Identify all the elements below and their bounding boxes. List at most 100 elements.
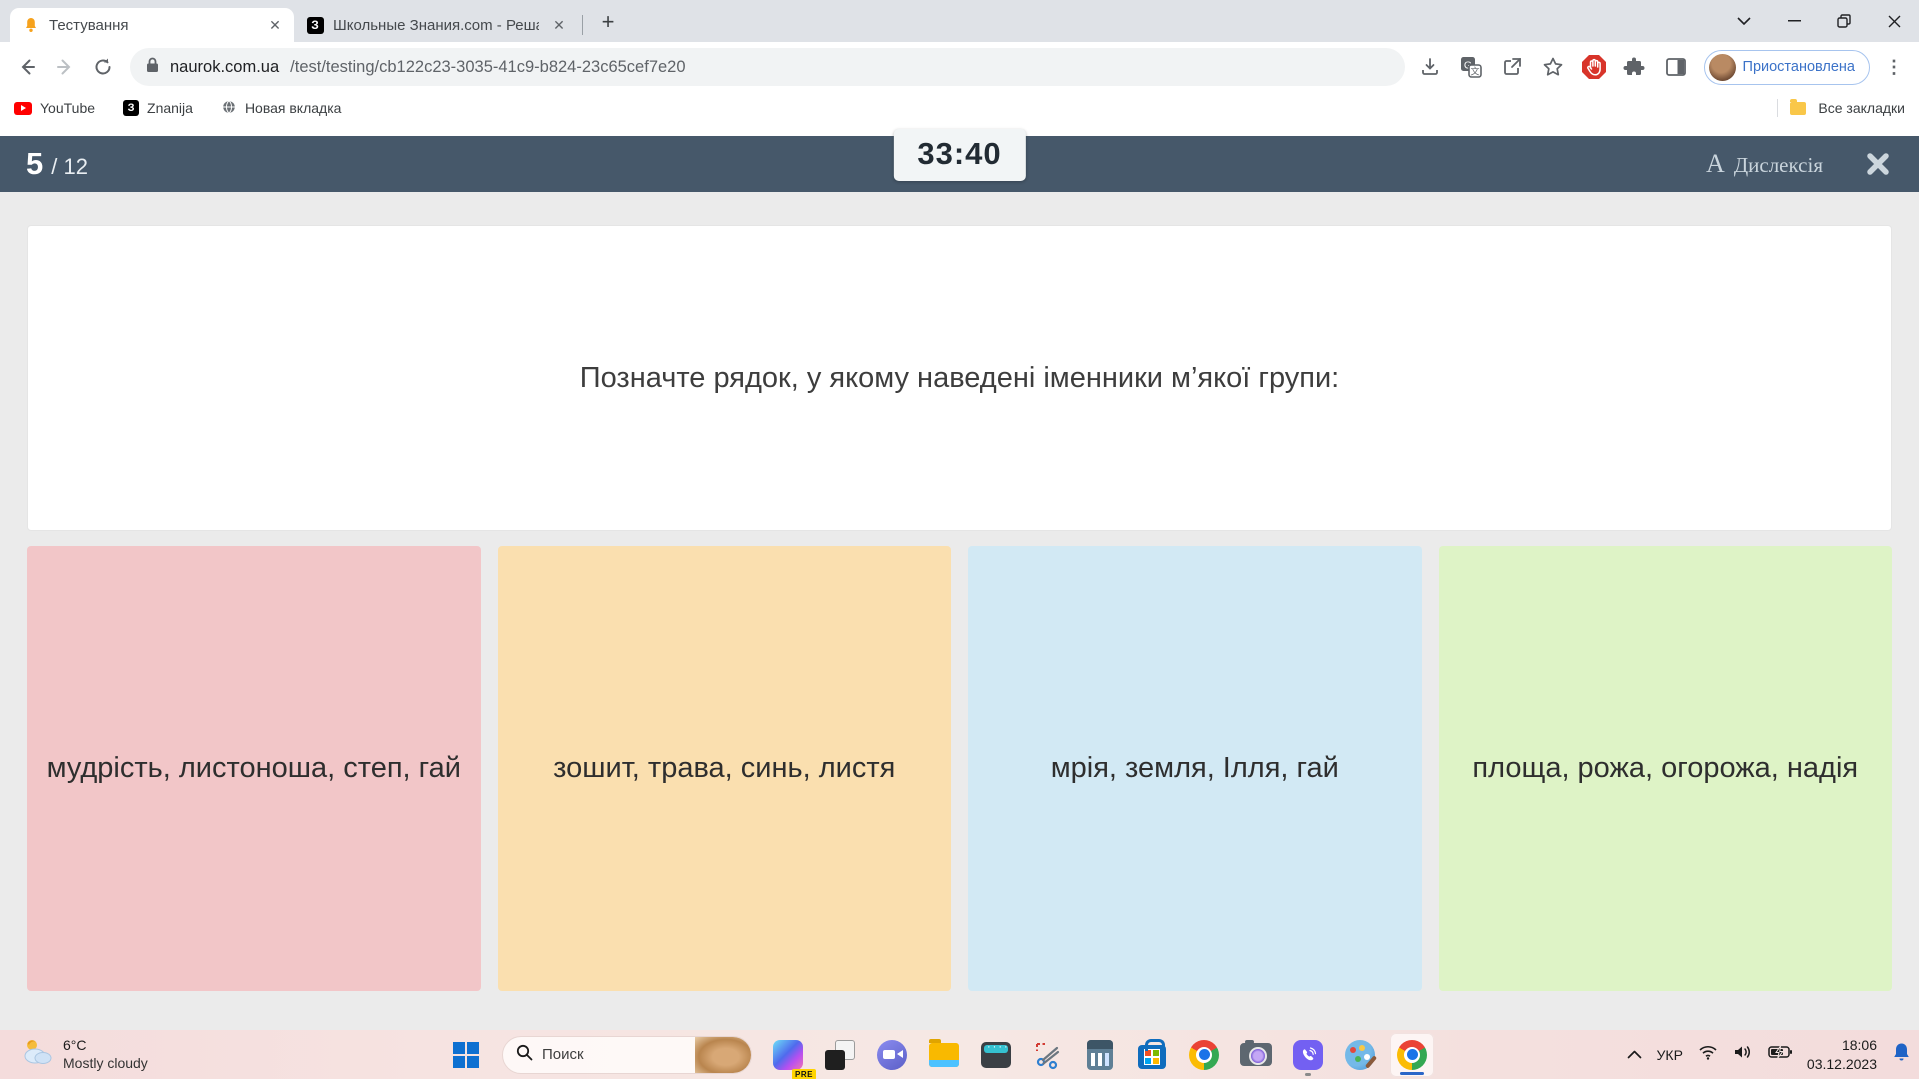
windows-start-icon[interactable]	[444, 1033, 488, 1077]
weather-temp: 6°C	[63, 1037, 87, 1053]
all-bookmarks-label: Все закладки	[1818, 100, 1905, 116]
task-view-icon[interactable]	[818, 1033, 862, 1077]
kebab-menu-icon[interactable]: ⋮	[1877, 50, 1911, 84]
browser-toolbar: naurok.com.ua/test/testing/cb122c23-3035…	[0, 42, 1919, 92]
search-placeholder: Поиск	[542, 1046, 584, 1063]
notification-bell-icon[interactable]	[1892, 1042, 1911, 1067]
store-icon[interactable]	[1130, 1033, 1174, 1077]
chrome-icon[interactable]	[1182, 1033, 1226, 1077]
progress-total: / 12	[51, 154, 88, 179]
translate-icon[interactable]: G文	[1454, 50, 1488, 84]
lock-icon	[146, 57, 159, 78]
all-bookmarks[interactable]: Все закладки	[1777, 98, 1905, 117]
snipping-tool-icon[interactable]	[1026, 1033, 1070, 1077]
adblock-icon[interactable]	[1577, 50, 1611, 84]
reload-icon[interactable]	[84, 48, 122, 86]
bookmark-label: Новая вкладка	[244, 100, 342, 116]
bookmarks-bar: YouTube З Znanija Новая вкладка Все закл…	[0, 92, 1919, 124]
tab-title: Тестування	[49, 16, 129, 34]
profile-button[interactable]: Приостановлена	[1703, 49, 1870, 85]
screen: Тестування ✕ З Школьные Знания.com - Реш…	[0, 0, 1919, 1079]
close-icon[interactable]	[1869, 0, 1919, 42]
question-text: Позначте рядок, у якому наведені іменник…	[579, 361, 1340, 394]
restore-icon[interactable]	[1819, 0, 1869, 42]
taskbar-center: Поиск PRE	[444, 1030, 1434, 1079]
minimize-icon[interactable]	[1769, 0, 1819, 42]
url-domain: naurok.com.ua	[170, 57, 280, 76]
avatar	[1708, 53, 1736, 81]
calculator-icon[interactable]	[1078, 1033, 1122, 1077]
weather-desc: Mostly cloudy	[63, 1054, 148, 1071]
search-highlight-image	[695, 1036, 751, 1073]
folder-icon	[1790, 98, 1807, 115]
youtube-icon	[14, 101, 32, 115]
paint-icon[interactable]	[1338, 1033, 1382, 1077]
url-bar[interactable]: naurok.com.ua/test/testing/cb122c23-3035…	[130, 48, 1405, 86]
tray-date: 03.12.2023	[1806, 1055, 1877, 1072]
answer-option-3[interactable]: мрія, земля, Ілля, гай	[968, 546, 1422, 991]
wifi-icon[interactable]	[1698, 1044, 1718, 1065]
star-icon[interactable]	[1536, 50, 1570, 84]
answer-options: мудрість, листоноша, степ, гай зошит, тр…	[27, 546, 1892, 991]
weather-icon	[20, 1037, 54, 1072]
copilot-icon[interactable]: PRE	[766, 1033, 816, 1079]
profile-status: Приостановлена	[1742, 59, 1855, 75]
camera-icon[interactable]	[1234, 1033, 1278, 1077]
bookmark-new-tab[interactable]: Новая вкладка	[221, 99, 342, 118]
toolbar-actions: G文 Приостановлена ⋮	[1413, 49, 1911, 85]
bell-icon	[22, 16, 40, 34]
install-download-icon[interactable]	[1413, 50, 1447, 84]
tab-close-icon[interactable]: ✕	[548, 14, 570, 36]
tab-title: Школьные Знания.com - Реша	[333, 16, 539, 34]
puzzle-extensions-icon[interactable]	[1618, 50, 1652, 84]
tab-strip: Тестування ✕ З Школьные Знания.com - Реш…	[0, 0, 1919, 42]
question-progress: 5 / 12	[26, 146, 88, 182]
bookmark-znanija[interactable]: З Znanija	[123, 100, 193, 116]
weather-widget[interactable]: 6°C Mostly cloudy	[10, 1030, 158, 1079]
new-tab-button[interactable]: +	[593, 7, 623, 37]
viber-icon[interactable]	[1286, 1033, 1330, 1077]
chrome-active-icon[interactable]	[1390, 1032, 1434, 1077]
question-card: Позначте рядок, у якому наведені іменник…	[27, 225, 1892, 531]
bookmark-label: YouTube	[40, 100, 96, 116]
language-indicator[interactable]: УКР	[1657, 1047, 1683, 1063]
window-controls	[1719, 0, 1919, 42]
separator	[1777, 99, 1779, 117]
quiz-header: 5 / 12 33:40 А Дислексія	[0, 129, 1919, 192]
tray-time: 18:06	[1841, 1037, 1877, 1054]
chat-icon[interactable]	[870, 1033, 914, 1077]
volume-icon[interactable]	[1733, 1044, 1753, 1065]
answer-option-4[interactable]: площа, рожа, огорожа, надія	[1438, 546, 1892, 991]
back-icon[interactable]	[8, 48, 46, 86]
dyslexia-label: Дислексія	[1733, 153, 1823, 177]
sidebar-icon[interactable]	[1659, 50, 1693, 84]
znanija-icon: З	[123, 100, 140, 116]
chevron-down-icon[interactable]	[1719, 0, 1769, 42]
weather-text: 6°C Mostly cloudy	[63, 1037, 148, 1072]
svg-text:文: 文	[1470, 66, 1479, 77]
tab-close-icon[interactable]: ✕	[264, 14, 286, 36]
timer-value: 33:40	[917, 136, 1002, 171]
bookmark-label: Znanija	[147, 100, 193, 116]
taskbar-search[interactable]: Поиск	[502, 1035, 752, 1074]
tab-znanija[interactable]: З Школьные Знания.com - Реша ✕	[294, 8, 578, 42]
keyboard-icon[interactable]	[974, 1033, 1018, 1077]
znanija-icon: З	[306, 16, 324, 34]
file-explorer-icon[interactable]	[922, 1033, 966, 1077]
battery-icon[interactable]	[1768, 1045, 1792, 1064]
tab-testing[interactable]: Тестування ✕	[10, 8, 294, 42]
progress-current: 5	[26, 146, 44, 181]
forward-icon[interactable]	[46, 48, 84, 86]
quiz-close-icon[interactable]	[1863, 149, 1893, 179]
answer-option-2[interactable]: зошит, трава, синь, листя	[497, 546, 951, 991]
quiz-content: Позначте рядок, у якому наведені іменник…	[0, 192, 1919, 991]
timer: 33:40	[893, 129, 1026, 181]
dyslexia-toggle[interactable]: А Дислексія	[1706, 149, 1823, 179]
taskbar: 6°C Mostly cloudy Поиск PRE ···· УКР 18:…	[0, 1030, 1919, 1079]
answer-option-1[interactable]: мудрість, листоноша, степ, гай	[27, 546, 481, 991]
url-path: /test/testing/cb122c23-3035-41c9-b824-23…	[290, 57, 686, 76]
chevron-up-icon[interactable]	[1627, 1046, 1642, 1064]
clock[interactable]: 18:06 03.12.2023	[1807, 1036, 1877, 1072]
share-icon[interactable]	[1495, 50, 1529, 84]
bookmark-youtube[interactable]: YouTube	[14, 100, 95, 116]
